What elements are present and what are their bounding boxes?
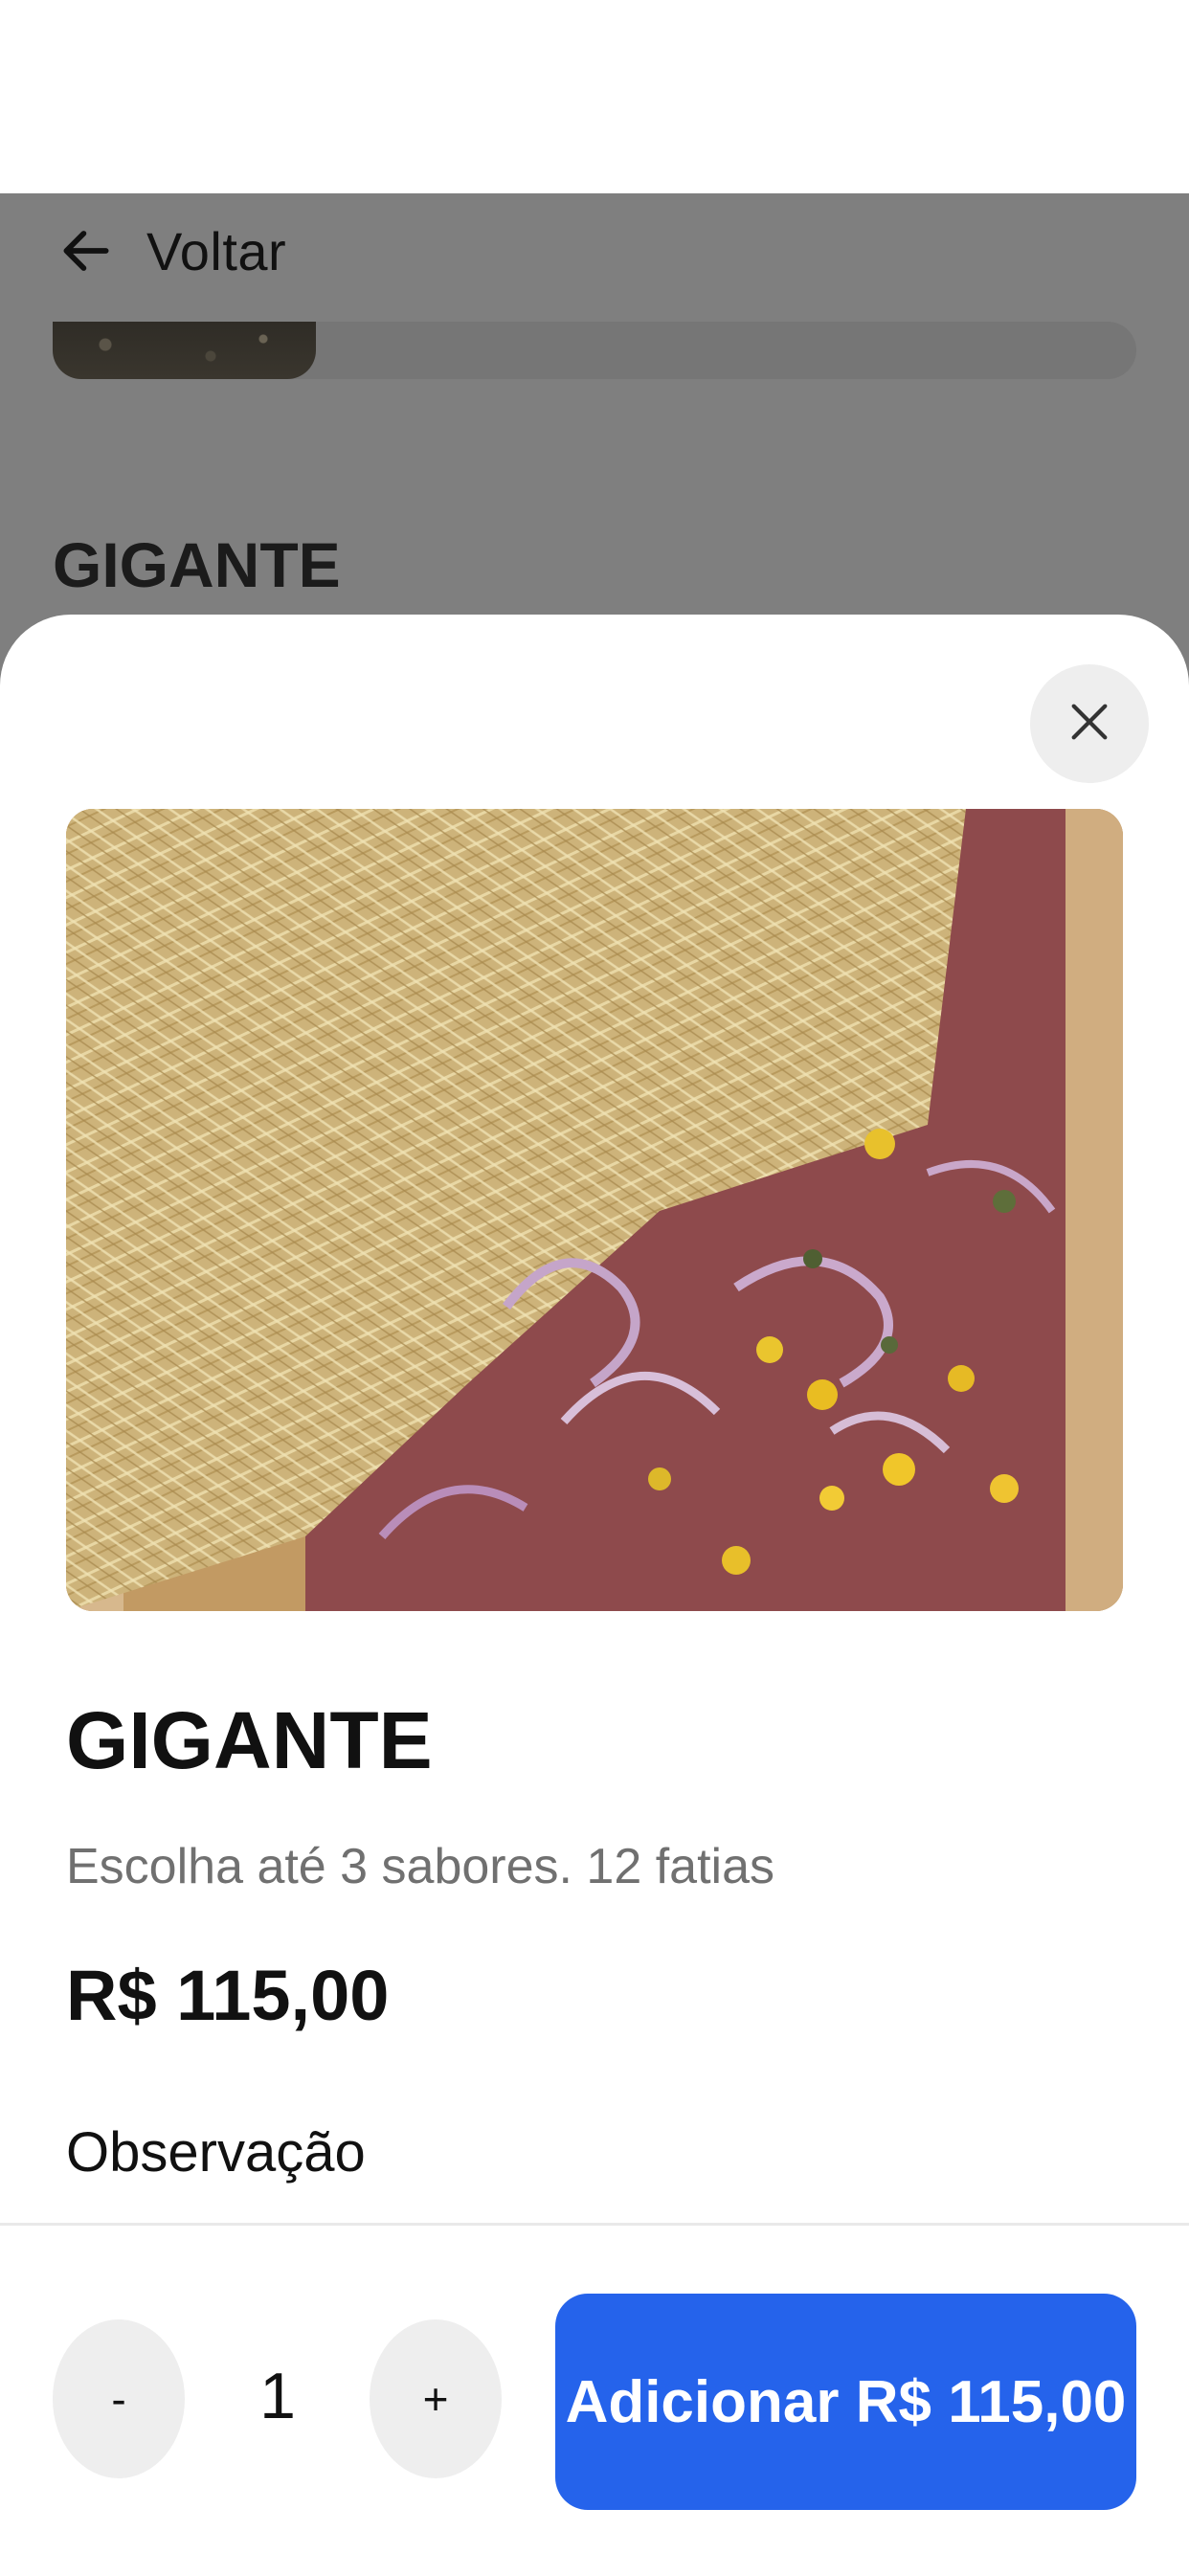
product-image xyxy=(66,809,1123,1611)
category-thumbnail[interactable] xyxy=(53,322,316,379)
background-product-title: GIGANTE xyxy=(53,529,341,600)
quantity-value: 1 xyxy=(259,2360,296,2432)
product-description: Escolha até 3 sabores. 12 fatias xyxy=(66,1839,775,1894)
product-title: GIGANTE xyxy=(66,1695,433,1785)
decrease-quantity-button[interactable]: - xyxy=(53,2319,185,2478)
close-button[interactable] xyxy=(1030,664,1149,783)
status-bar xyxy=(0,0,1189,193)
increase-quantity-button[interactable]: + xyxy=(370,2319,502,2478)
observation-label: Observação xyxy=(66,2121,366,2184)
add-to-cart-button[interactable]: Adicionar R$ 115,00 xyxy=(555,2294,1136,2510)
back-button[interactable]: Voltar xyxy=(53,213,286,289)
arrow-left-icon xyxy=(53,217,120,284)
close-icon xyxy=(1063,695,1116,753)
back-label: Voltar xyxy=(146,220,287,281)
product-price: R$ 115,00 xyxy=(66,1956,390,2035)
